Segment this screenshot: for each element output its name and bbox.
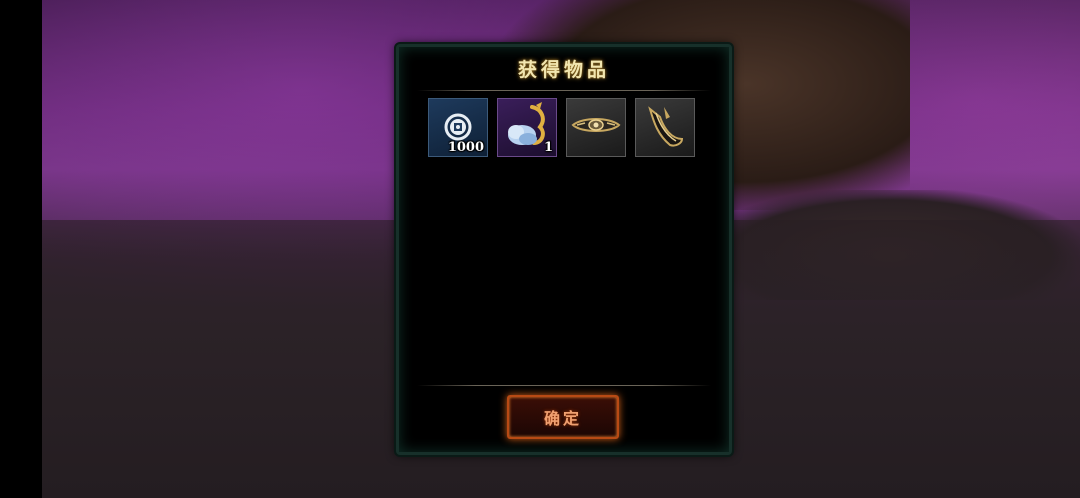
dialog-title: 获得物品 xyxy=(517,59,610,81)
horn-ornament-icon xyxy=(648,106,684,147)
confirm-label: 确定 xyxy=(543,409,582,428)
item-count: 1 xyxy=(543,140,553,155)
title-divider xyxy=(417,90,711,91)
confirm-button[interactable]: 确定 xyxy=(507,395,619,439)
item-slot-horn-ornament[interactable] xyxy=(635,98,695,157)
footer-divider xyxy=(417,385,711,386)
item-slot-headband[interactable] xyxy=(566,98,626,157)
reward-dialog: 获得物品 1000 1 确定 xyxy=(396,44,732,455)
screen-edge-bar xyxy=(0,0,42,498)
item-slot-coin[interactable]: 1000 xyxy=(428,98,488,157)
item-count: 1000 xyxy=(447,140,484,155)
game-scene: 获得物品 1000 1 确定 xyxy=(0,0,1080,498)
ornate-headband-icon xyxy=(571,118,621,132)
item-slot-cloud-dragon[interactable]: 1 xyxy=(497,98,557,157)
